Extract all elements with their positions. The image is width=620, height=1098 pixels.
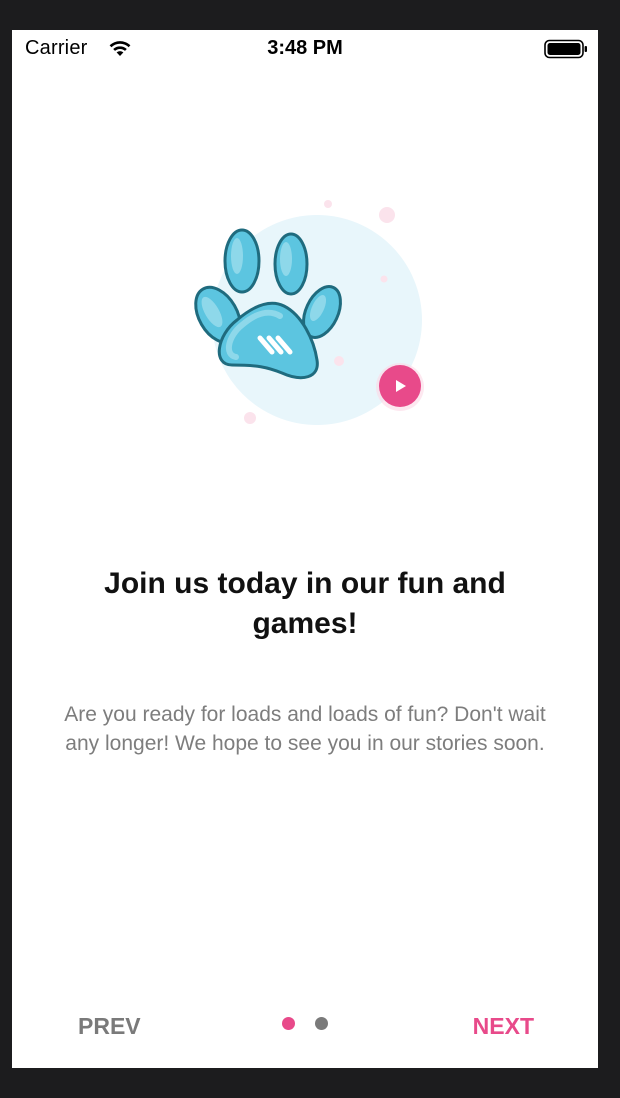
decor-dot bbox=[380, 275, 388, 283]
decor-dot bbox=[244, 412, 256, 424]
next-button[interactable]: NEXT bbox=[452, 1008, 562, 1044]
decor-dot bbox=[324, 200, 332, 208]
onboarding-description: Are you ready for loads and loads of fun… bbox=[64, 703, 546, 755]
onboarding-headline: Join us today in our fun and games! bbox=[104, 567, 506, 640]
status-bar: Carrier 3:48 PM bbox=[12, 30, 598, 68]
page-dot-active[interactable] bbox=[282, 1017, 295, 1030]
status-time: 3:48 PM bbox=[267, 37, 343, 59]
paw-illustration bbox=[194, 200, 424, 425]
page-dot[interactable] bbox=[315, 1017, 328, 1030]
decor-dot bbox=[379, 207, 395, 223]
prev-button[interactable]: PREV bbox=[60, 1008, 160, 1044]
decor-dot bbox=[334, 356, 344, 366]
page-indicator[interactable] bbox=[280, 1017, 340, 1031]
onboarding-screen: Carrier 3:48 PM Join us today in our fun… bbox=[12, 30, 598, 1068]
play-icon bbox=[376, 363, 424, 411]
battery-icon bbox=[544, 39, 587, 59]
